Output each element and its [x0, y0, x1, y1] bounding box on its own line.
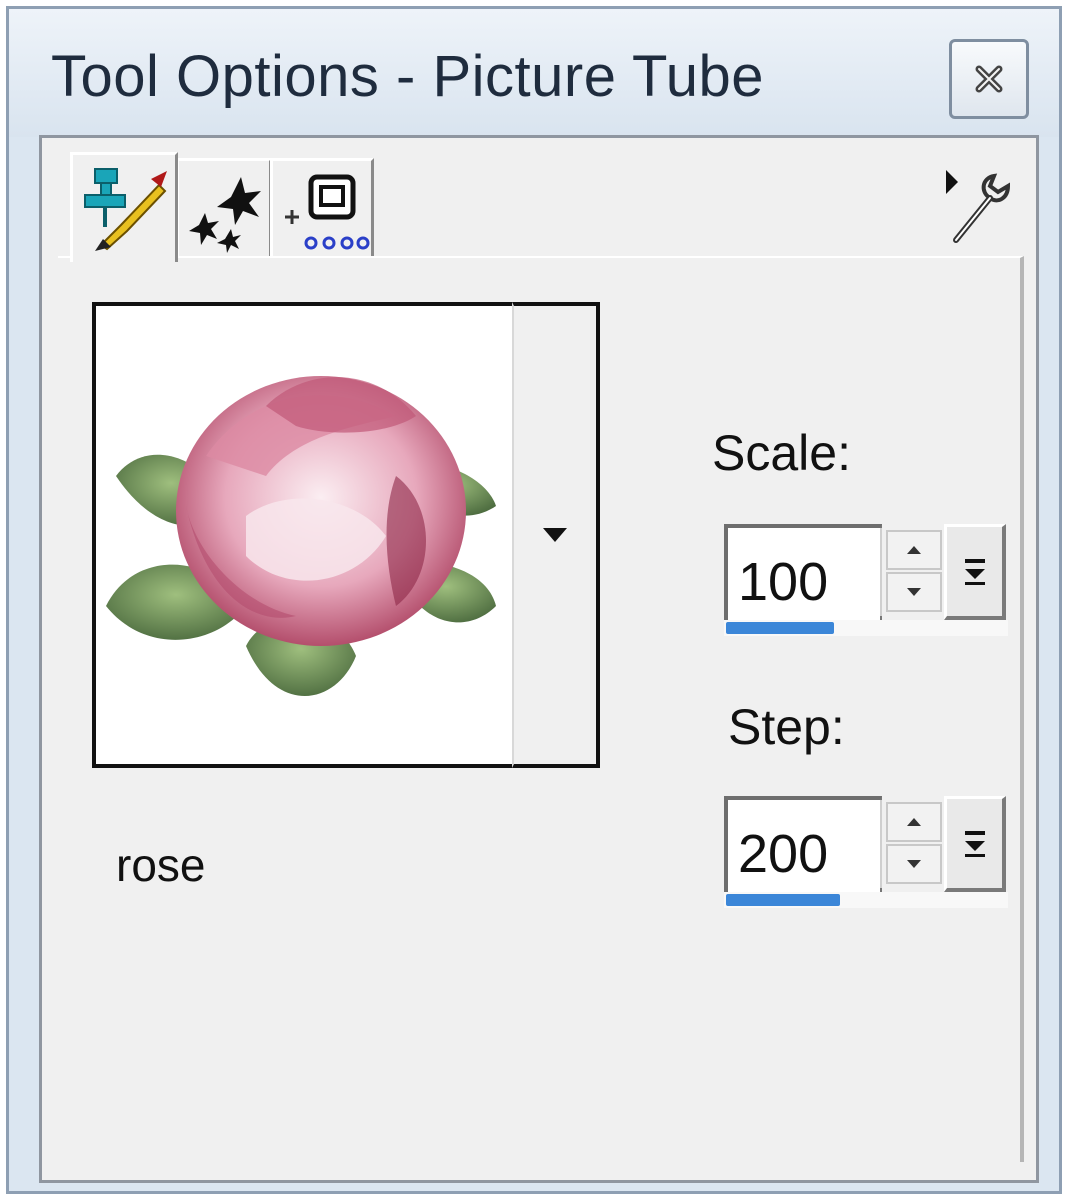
tab-placement[interactable] [270, 158, 374, 258]
tube-dropdown-button[interactable] [512, 302, 600, 768]
arrow-down-icon [907, 860, 921, 868]
dropdown-bar-icon [964, 830, 985, 857]
scale-increment-button[interactable] [886, 530, 942, 570]
step-increment-button[interactable] [886, 802, 942, 842]
step-slider-track[interactable] [724, 892, 1008, 908]
tab-tube-options[interactable] [70, 152, 178, 262]
tube-preview[interactable] [92, 302, 516, 768]
rose-image [106, 376, 496, 696]
presets-menu-button[interactable] [940, 164, 1022, 250]
scale-spin-arrows [880, 528, 944, 616]
layout-grid-icon [285, 174, 370, 250]
step-spinner[interactable] [724, 796, 1008, 910]
tool-options-panel: rose Scale: 100 Step: 200 [58, 256, 1024, 1168]
scale-preset-button[interactable] [944, 524, 1006, 620]
presets-menu-icon [946, 170, 1011, 243]
close-icon [975, 65, 1003, 93]
scale-spinner[interactable] [724, 524, 1008, 638]
frame-bottom-strip [58, 1162, 1024, 1172]
step-input[interactable] [724, 796, 882, 896]
scatter-stars-icon [189, 177, 261, 253]
scale-slider-track[interactable] [724, 620, 1008, 636]
step-preset-button[interactable] [944, 796, 1006, 892]
arrow-up-icon [907, 818, 921, 826]
chevron-down-icon [543, 528, 567, 542]
step-slider-fill [726, 894, 840, 906]
scale-label: Scale: [712, 425, 851, 481]
tab-scatter[interactable] [176, 158, 272, 258]
arrow-up-icon [907, 546, 921, 554]
step-spin-arrows [880, 800, 944, 888]
step-label: Step: [728, 699, 845, 755]
arrow-down-icon [907, 588, 921, 596]
window-title: Tool Options - Picture Tube [51, 44, 765, 109]
scale-slider-fill [726, 622, 834, 634]
title-bar[interactable]: Tool Options - Picture Tube [9, 9, 1059, 137]
tool-options-window: Tool Options - Picture Tube rose Scale: … [6, 6, 1062, 1194]
brush-pin-icon [84, 168, 167, 251]
tube-name-label: rose [116, 839, 206, 891]
dropdown-bar-icon [964, 558, 985, 585]
scale-decrement-button[interactable] [886, 572, 942, 612]
close-button[interactable] [949, 39, 1029, 119]
scale-input[interactable] [724, 524, 882, 624]
step-decrement-button[interactable] [886, 844, 942, 884]
options-frame: rose Scale: 100 Step: 200 [39, 135, 1039, 1183]
